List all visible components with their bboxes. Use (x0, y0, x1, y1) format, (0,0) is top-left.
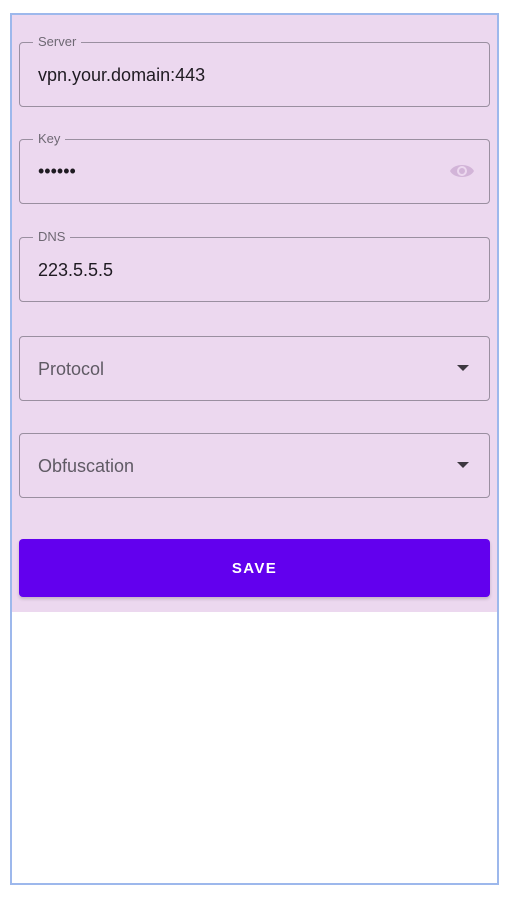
eye-icon[interactable] (449, 160, 475, 182)
dns-field[interactable]: DNS 223.5.5.5 (19, 229, 490, 302)
app-frame: Server vpn.your.domain:443 Key •••••• DN… (10, 13, 499, 885)
server-field[interactable]: Server vpn.your.domain:443 (19, 34, 490, 107)
key-field[interactable]: Key •••••• (19, 131, 490, 204)
save-button[interactable]: SAVE (19, 539, 490, 597)
protocol-select[interactable]: Protocol (19, 336, 490, 401)
obfuscation-placeholder: Obfuscation (38, 456, 135, 476)
key-value: •••••• (38, 161, 76, 181)
dns-value: 223.5.5.5 (38, 260, 114, 280)
key-label: Key (33, 131, 66, 147)
dropdown-arrow-icon (457, 365, 469, 371)
obfuscation-select[interactable]: Obfuscation (19, 433, 490, 498)
vpn-settings-form: Server vpn.your.domain:443 Key •••••• DN… (12, 15, 497, 612)
server-label: Server (33, 34, 82, 50)
protocol-placeholder: Protocol (38, 359, 105, 379)
dns-label: DNS (33, 229, 71, 245)
server-value: vpn.your.domain:443 (38, 65, 206, 85)
dropdown-arrow-icon (457, 462, 469, 468)
